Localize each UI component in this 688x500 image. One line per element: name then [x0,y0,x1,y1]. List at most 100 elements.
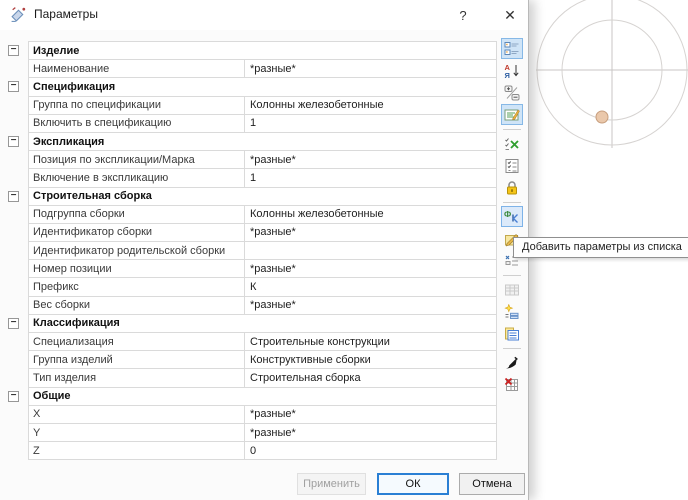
property-value[interactable]: *разные* [244,224,496,241]
property-row[interactable]: X*разные* [29,406,496,424]
property-label: Позиция по экспликации/Марка [29,154,244,166]
property-row[interactable]: Тип изделияСтроительная сборка [29,369,496,387]
ok-button[interactable]: ОК [377,473,449,495]
side-toolbar: АЯ Ф [499,38,525,396]
property-label: X [29,408,244,420]
delete-table-icon[interactable] [501,374,523,395]
property-label: Идентификатор родительской сборки [29,245,244,257]
reset-checks-icon[interactable] [501,133,523,154]
property-label: Идентификатор сборки [29,226,244,238]
parameters-dialog: Параметры ? ✕ −ИзделиеНаименование*разны… [0,0,529,500]
property-row[interactable]: Идентификатор сборки*разные* [29,224,496,242]
property-label: Префикс [29,281,244,293]
titlebar: Параметры ? ✕ [0,0,528,30]
property-row[interactable]: Наименование*разные* [29,60,496,78]
property-row[interactable]: Позиция по экспликации/Марка*разные* [29,151,496,169]
toolbar-separator [503,348,521,349]
property-row[interactable]: Номер позиции*разные* [29,260,496,278]
property-label: Y [29,427,244,439]
collapse-button[interactable]: − [8,191,19,202]
parameters-icon [10,6,27,23]
toolbar-separator [503,275,521,276]
tooltip: Добавить параметры из списка [513,237,688,258]
property-grid: −ИзделиеНаименование*разные*−Спецификаци… [28,41,497,460]
property-value[interactable]: Колонны железобетонные [244,97,496,114]
close-icon[interactable]: ✕ [492,0,528,30]
property-value[interactable]: 1 [244,115,496,132]
category-row[interactable]: −Строительная сборка [29,188,496,206]
lock-icon[interactable] [501,177,523,198]
property-label: Включить в спецификацию [29,117,244,129]
property-row[interactable]: Z0 [29,442,496,460]
property-value[interactable]: *разные* [244,151,496,168]
category-label: Спецификация [33,81,115,93]
collapse-button[interactable]: − [8,391,19,402]
property-label: Z [29,445,244,457]
property-value[interactable]: *разные* [244,406,496,423]
property-value[interactable]: *разные* [244,424,496,441]
property-value[interactable]: Колонны железобетонные [244,206,496,223]
property-row[interactable]: Подгруппа сборкиКолонны железобетонные [29,206,496,224]
category-label: Изделие [33,45,79,57]
category-label: Классификация [33,317,120,329]
property-label: Номер позиции [29,263,244,275]
checklist-icon[interactable] [501,155,523,176]
categorized-view-icon[interactable] [501,38,523,59]
property-value[interactable]: *разные* [244,297,496,314]
property-label: Специализация [29,336,244,348]
svg-text:Я: Я [505,71,510,79]
collapse-button[interactable]: − [8,318,19,329]
help-button[interactable]: ? [446,0,480,30]
svg-text:Ф: Ф [504,209,511,219]
category-label: Строительная сборка [33,190,152,202]
property-row[interactable]: Включение в экспликацию1 [29,169,496,187]
grip-point[interactable] [596,111,608,123]
property-row[interactable]: Y*разные* [29,424,496,442]
property-label: Подгруппа сборки [29,208,244,220]
window-title: Параметры [34,7,98,21]
marker-pen-icon[interactable] [501,352,523,373]
category-row[interactable]: −Общие [29,388,496,406]
property-row[interactable]: Идентификатор родительской сборки [29,242,496,260]
property-value[interactable] [244,242,496,259]
property-row[interactable]: ПрефиксК [29,278,496,296]
edit-form-icon[interactable] [501,104,523,125]
category-label: Общие [33,390,71,402]
property-label: Группа изделий [29,354,244,366]
property-row[interactable]: Включить в спецификацию1 [29,115,496,133]
property-label: Тип изделия [29,372,244,384]
property-value[interactable]: 1 [244,169,496,186]
property-label: Вес сборки [29,299,244,311]
property-label: Включение в экспликацию [29,172,244,184]
property-value[interactable]: К [244,278,496,295]
property-row[interactable]: Вес сборки*разные* [29,297,496,315]
new-parameter-icon[interactable] [501,301,523,322]
property-value[interactable]: *разные* [244,60,496,77]
property-label: Наименование [29,63,244,75]
expand-collapse-icon[interactable] [501,82,523,103]
collapse-button[interactable]: − [8,81,19,92]
apply-button: Применить [297,473,366,495]
sort-alphabetical-icon[interactable]: АЯ [501,60,523,81]
property-row[interactable]: СпециализацияСтроительные конструкции [29,333,496,351]
table-report-icon [501,279,523,300]
category-row[interactable]: −Изделие [29,42,496,60]
property-row[interactable]: Группа по спецификацииКолонны железобето… [29,97,496,115]
category-label: Экспликация [33,136,104,148]
property-row[interactable]: Группа изделийКонструктивные сборки [29,351,496,369]
property-value[interactable]: Конструктивные сборки [244,351,496,368]
category-row[interactable]: −Спецификация [29,78,496,96]
property-value[interactable]: 0 [244,442,496,459]
category-row[interactable]: −Экспликация [29,133,496,151]
toolbar-separator [503,202,521,203]
add-parameters-from-list-icon[interactable]: Ф [501,206,523,227]
collapse-button[interactable]: − [8,45,19,56]
toolbar-separator [503,129,521,130]
collapse-button[interactable]: − [8,136,19,147]
parameter-list-icon[interactable] [501,323,523,344]
cancel-button[interactable]: Отмена [459,473,525,495]
category-row[interactable]: −Классификация [29,315,496,333]
property-value[interactable]: Строительная сборка [244,369,496,386]
property-value[interactable]: *разные* [244,260,496,277]
property-value[interactable]: Строительные конструкции [244,333,496,350]
